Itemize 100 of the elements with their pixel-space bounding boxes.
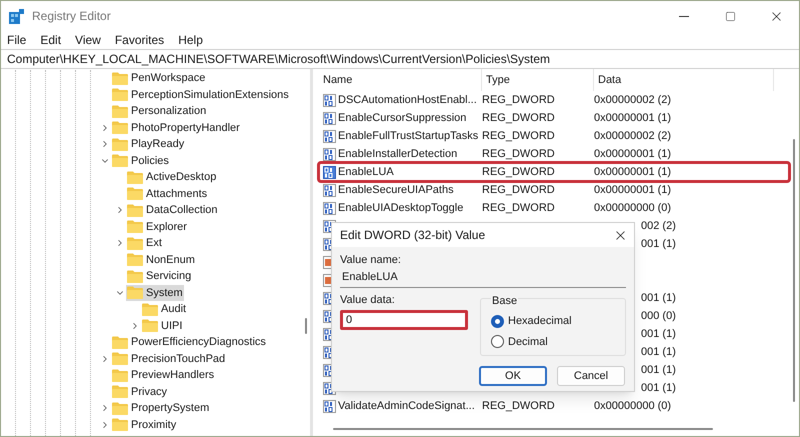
dialog-button[interactable]: Cancel [557, 366, 625, 386]
value-data-field[interactable]: 0 [340, 310, 468, 330]
folder-icon [112, 138, 128, 151]
folder-icon [112, 72, 128, 85]
value-data: 000 (0) [641, 308, 676, 324]
folder-icon [112, 336, 128, 349]
value-data: 001 (1) [641, 290, 676, 306]
value-name: EnableCursorSuppression [337, 110, 468, 126]
value-data: 0x00000001 (1) [594, 182, 672, 198]
value-data: 0x00000002 (2) [594, 92, 672, 108]
scrollbar-thumb[interactable] [305, 318, 307, 334]
folder-icon [127, 170, 143, 184]
folder-icon [112, 418, 128, 432]
value-data: 0x00000001 (1) [594, 146, 672, 162]
value-data: 002 (2) [641, 218, 676, 234]
tree-item[interactable]: DataCollection [126, 202, 219, 218]
radio-label[interactable]: Decimal [508, 334, 548, 350]
tree-item[interactable]: Privacy [111, 384, 168, 400]
menu-item[interactable]: Edit [40, 34, 62, 46]
tree-item[interactable]: PrecisionTouchPad [111, 350, 226, 367]
scrollbar-thumb[interactable] [793, 139, 795, 402]
value-type: REG_DWORD [482, 110, 556, 126]
dialog-button[interactable]: OK [479, 366, 547, 386]
tree-item[interactable]: PropertySystem [111, 400, 210, 416]
column-header[interactable]: Data [594, 69, 774, 91]
field-label: Value data: [340, 292, 396, 308]
tree-item[interactable]: ActiveDesktop [126, 169, 218, 186]
address-bar[interactable]: Computer\HKEY_LOCAL_MACHINE\SOFTWARE\Microsoft\Windows\CurrentVersion\Policies\System [1, 49, 799, 69]
scrollbar-thumb[interactable] [333, 428, 713, 430]
tree-item[interactable]: PreviewHandlers [111, 367, 216, 384]
tree-item[interactable]: Servicing [126, 268, 192, 284]
folder-icon [112, 402, 128, 415]
value-data: 0x00000001 (1) [594, 110, 672, 126]
value-data: 001 (1) [641, 236, 676, 252]
folder-icon [112, 88, 128, 102]
value-data: 0x00000000 (0) [594, 200, 672, 216]
field-label: Value name: [340, 253, 402, 268]
value-data: 001 (1) [641, 326, 676, 342]
value-type: REG_DWORD [482, 398, 556, 414]
radio-button[interactable] [491, 314, 504, 328]
app-icon [9, 8, 24, 24]
maximize-icon [724, 10, 736, 22]
tree-item[interactable]: Personalization [111, 103, 208, 120]
tree-item[interactable]: PenWorkspace [111, 70, 206, 86]
folder-icon [127, 204, 143, 217]
radio-label[interactable]: Hexadecimal [508, 313, 572, 330]
value-data: 0x00000001 (1) [594, 164, 672, 180]
value-type: REG_DWORD [482, 182, 556, 198]
folder-icon [127, 270, 143, 283]
value-type: REG_DWORD [482, 92, 556, 108]
menu-item[interactable]: Favorites [114, 34, 164, 46]
tree-item[interactable]: System [126, 284, 184, 301]
value-data: 0x00000002 (2) [594, 128, 672, 144]
tree-item[interactable]: PhotoPropertyHandler [111, 120, 241, 136]
value-name: EnableInstallerDetection [337, 146, 458, 162]
value-name: EnableUIADesktopToggle [337, 200, 464, 216]
tree-item[interactable]: PlayReady [111, 136, 186, 152]
column-header[interactable]: Type [482, 69, 594, 91]
value-type: REG_DWORD [482, 200, 556, 216]
value-name: EnableFullTrustStartupTasks [337, 128, 480, 144]
folder-icon [112, 154, 128, 168]
folder-icon [112, 368, 128, 382]
value-name: DSCAutomationHostEnabl... [337, 92, 478, 108]
tree-item[interactable]: PowerEfficiencyDiagnostics [111, 334, 267, 350]
folder-icon [112, 121, 128, 134]
menu-item[interactable]: Help [178, 34, 203, 46]
radio-button[interactable] [491, 335, 504, 348]
folder-icon [127, 187, 143, 200]
value-data: 001 (1) [641, 380, 676, 396]
value-data: 001 (1) [641, 362, 676, 378]
folder-icon [127, 253, 143, 266]
tree-item[interactable]: Ext [126, 235, 163, 252]
folder-icon [127, 236, 143, 250]
tree-item[interactable]: NonEnum [126, 252, 196, 268]
value-type: REG_DWORD [482, 146, 556, 162]
tree-item[interactable]: Policies [111, 152, 170, 169]
folder-icon [127, 286, 143, 300]
tree-item[interactable]: Attachments [126, 186, 208, 202]
tree-item[interactable]: Proximity [111, 416, 178, 433]
menu-item[interactable]: File [7, 34, 26, 46]
value-name: EnableLUA [337, 164, 395, 180]
tree-item[interactable]: UIPI [141, 318, 184, 334]
folder-icon [112, 352, 128, 366]
value-type: REG_DWORD [482, 164, 556, 180]
folder-icon [142, 319, 158, 332]
menu-item[interactable]: View [75, 34, 101, 46]
value-type: REG_DWORD [482, 128, 556, 144]
folder-icon [112, 104, 128, 118]
tree-item[interactable]: Audit [141, 301, 188, 318]
tree-item[interactable]: PerceptionSimulationExtensions [111, 86, 290, 103]
folder-icon [142, 302, 158, 316]
value-data: 0x00000000 (0) [594, 398, 672, 414]
folder-icon [112, 385, 128, 398]
dialog-title: Edit DWORD (32-bit) Value [340, 227, 486, 244]
column-header[interactable]: Name [319, 69, 482, 91]
folder-icon [127, 220, 143, 234]
tree-item[interactable]: Explorer [126, 218, 188, 235]
value-name: EnableSecureUIAPaths [337, 182, 455, 198]
window-title: Registry Editor [32, 8, 111, 25]
value-data: 001 (1) [641, 344, 676, 360]
